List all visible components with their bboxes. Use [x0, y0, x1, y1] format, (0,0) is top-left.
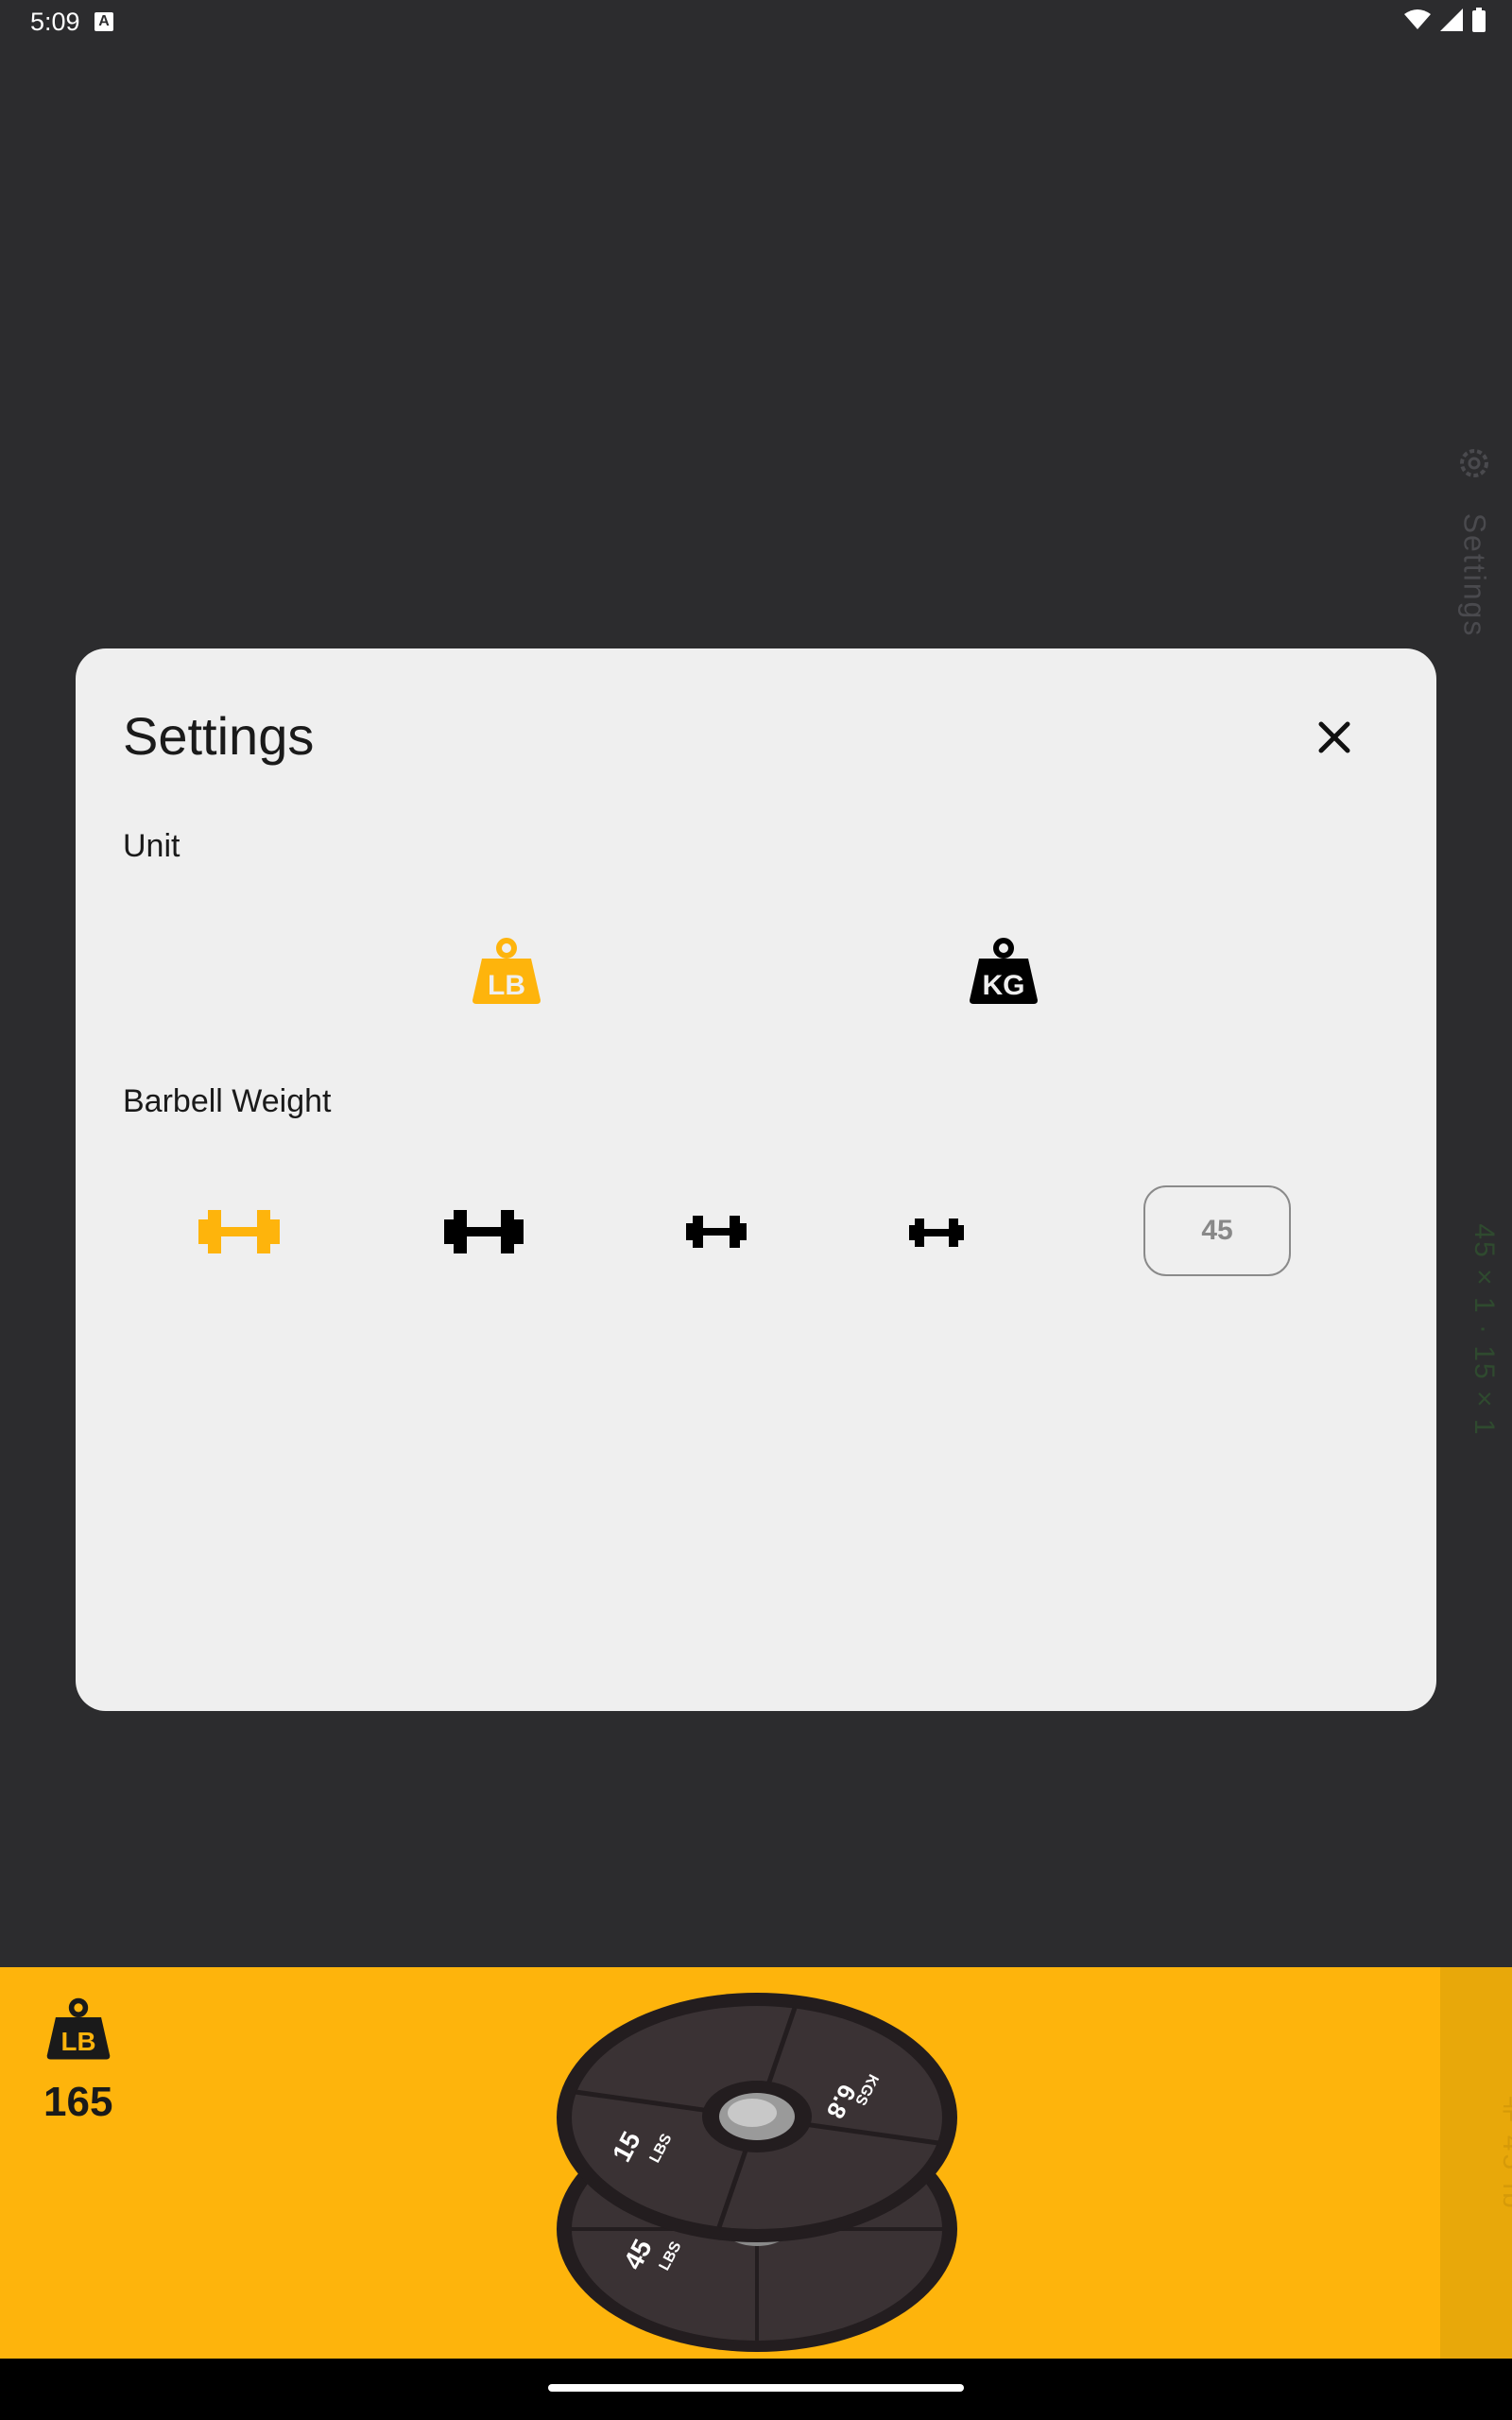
weight-lb-icon: LB — [46, 1997, 111, 2060]
weight-lb-icon: LB — [472, 938, 541, 1004]
unit-section-label: Unit — [123, 828, 180, 864]
barbell-option-small[interactable] — [909, 1216, 964, 1254]
notification-icon: A — [94, 12, 113, 31]
navigation-bar — [0, 2359, 1512, 2420]
kg-icon-text: KG — [983, 970, 1025, 1001]
total-weight-value: 165 — [43, 2079, 113, 2125]
custom-barbell-weight-input[interactable] — [1143, 1185, 1291, 1276]
settings-side-label: Settings — [1457, 512, 1492, 638]
plate-summary-text: 45 × 1 · 15 × 1 — [1469, 1223, 1500, 1437]
battery-icon — [1472, 8, 1486, 32]
barbell-icon — [444, 1210, 524, 1253]
barbell-icon — [909, 1219, 964, 1247]
wifi-icon — [1404, 9, 1431, 29]
close-icon[interactable] — [1314, 717, 1355, 758]
unit-option-lb[interactable]: LB — [469, 938, 544, 1006]
barbell-option-large-selected[interactable] — [198, 1206, 280, 1262]
barbell-icon — [686, 1216, 747, 1248]
weight-kg-icon: KG — [970, 938, 1038, 1004]
unit-option-kg[interactable]: KG — [966, 938, 1041, 1006]
status-bar: 5:09 A — [0, 0, 1512, 45]
barbell-icon — [198, 1210, 280, 1253]
barbell-option-large[interactable] — [444, 1206, 524, 1262]
barbell-section-label: Barbell Weight — [123, 1083, 332, 1119]
dialog-title: Settings — [123, 706, 315, 766]
plate-stack[interactable]: 45 LBS 15 LBS 6.8 KGS — [554, 1988, 960, 2357]
settings-dialog: Settings Unit LB KG Barbell Weight — [76, 648, 1436, 1711]
barbell-option-medium[interactable] — [686, 1213, 747, 1255]
lb-icon-text: LB — [61, 2027, 96, 2056]
strip-label: ⟛ 45 lb — [1497, 2096, 1512, 2211]
status-time: 5:09 — [30, 8, 80, 36]
plate-15: 15 LBS 6.8 KGS — [557, 1993, 957, 2242]
gear-icon — [1460, 449, 1488, 477]
bottom-panel: ⟛ 45 lb LB 165 45 LBS 15 LBS 6.8 KGS — [0, 1967, 1512, 2359]
status-icons — [1404, 8, 1486, 32]
signal-icon — [1440, 9, 1463, 31]
lb-icon-text: LB — [488, 970, 525, 1001]
home-gesture-handle[interactable] — [548, 2384, 964, 2392]
